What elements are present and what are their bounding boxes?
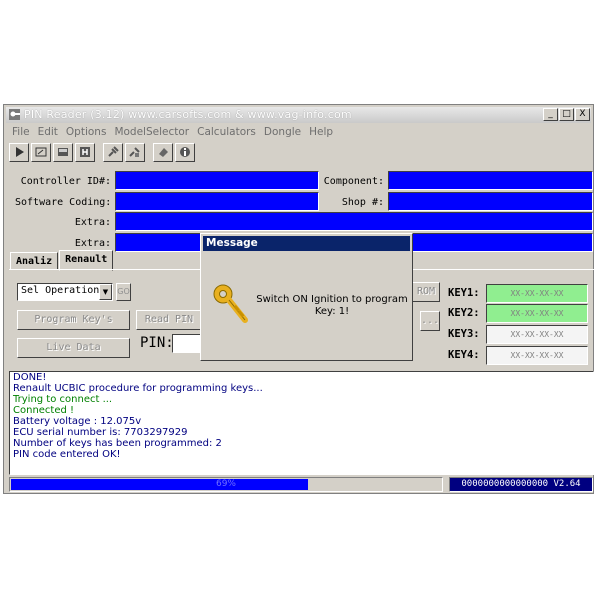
minimize-button[interactable]: _ xyxy=(543,108,558,121)
live-data-button[interactable]: Live Data xyxy=(17,338,130,358)
key2-value: XX-XX-XX-XX xyxy=(486,304,588,323)
shop-field[interactable] xyxy=(388,192,593,211)
close-button[interactable]: X xyxy=(575,108,590,121)
connect-button[interactable] xyxy=(103,142,123,162)
software-coding-label: Software Coding: xyxy=(15,197,112,208)
key1-label: KEY1: xyxy=(448,287,480,299)
extra-label-1: Extra: xyxy=(74,217,111,228)
key-icon xyxy=(213,284,248,323)
key4-value: XX-XX-XX-XX xyxy=(486,346,588,365)
log-line: Renault UCBIC procedure for programming … xyxy=(13,383,263,394)
key3-label: KEY3: xyxy=(448,328,480,340)
chevron-down-icon[interactable]: ▼ xyxy=(99,284,112,300)
message-dialog: Message Switch ON Ignition to program Ke… xyxy=(200,233,413,361)
tab-analiz[interactable]: Analiz xyxy=(10,252,59,270)
status-bar: 69% 0000000000000000 V2.64 xyxy=(9,477,594,492)
menu-file[interactable]: File xyxy=(8,124,34,140)
menu-dongle[interactable]: Dongle xyxy=(260,124,305,140)
log-line: DONE! xyxy=(13,372,47,383)
key3-value: XX-XX-XX-XX xyxy=(486,325,588,344)
pin-label: PIN: xyxy=(140,335,174,351)
window-button[interactable] xyxy=(31,142,51,162)
operation-select[interactable]: Sel Operation ▼ xyxy=(17,283,113,301)
operation-select-value: Sel Operation xyxy=(21,285,100,296)
play-icon xyxy=(16,147,24,157)
unplug-icon xyxy=(129,147,140,157)
progress-bar: 69% xyxy=(9,477,443,492)
maximize-button[interactable]: □ xyxy=(559,108,574,121)
window-icon xyxy=(35,147,47,157)
info-button[interactable] xyxy=(175,142,195,162)
menu-help[interactable]: Help xyxy=(305,124,337,140)
menu-edit[interactable]: Edit xyxy=(34,124,62,140)
rom-button[interactable]: ROM xyxy=(412,282,440,302)
menu-bar: File Edit Options ModelSelector Calculat… xyxy=(8,124,337,140)
menu-calculators[interactable]: Calculators xyxy=(193,124,260,140)
eraser-button[interactable] xyxy=(153,142,173,162)
log-output[interactable]: DONE! Renault UCBIC procedure for program… xyxy=(9,371,594,475)
h-icon xyxy=(80,147,90,157)
window-title: PIN Reader (3.12) www.carsofts.com & www… xyxy=(24,108,352,121)
browse-button[interactable]: ... xyxy=(420,311,440,331)
controller-id-field[interactable] xyxy=(115,171,319,190)
serial-version-display: 0000000000000000 V2.64 xyxy=(449,477,593,492)
key2-label: KEY2: xyxy=(448,307,480,319)
play-button[interactable] xyxy=(9,142,29,162)
progress-text: 69% xyxy=(215,479,236,489)
extra-field-1[interactable] xyxy=(115,212,593,231)
title-bar[interactable]: PIN Reader (3.12) www.carsofts.com & www… xyxy=(6,107,591,123)
tab-strip: Analiz Renault xyxy=(10,250,114,271)
plug-icon xyxy=(108,146,119,157)
log-line: Trying to connect ... xyxy=(13,394,113,405)
menu-options[interactable]: Options xyxy=(62,124,111,140)
component-field[interactable] xyxy=(388,171,593,190)
go-button[interactable]: GO xyxy=(116,283,131,301)
toolbar xyxy=(9,142,197,162)
software-coding-field[interactable] xyxy=(115,192,319,211)
log-line: PIN code entered OK! xyxy=(13,449,121,460)
hex-button[interactable] xyxy=(75,142,95,162)
log-line: ECU serial number is: 7703297929 xyxy=(13,427,188,438)
disconnect-button[interactable] xyxy=(125,142,145,162)
minimize-tool-button[interactable] xyxy=(53,142,73,162)
component-label: Component: xyxy=(323,176,384,187)
menu-modelselector[interactable]: ModelSelector xyxy=(110,124,193,140)
controller-id-label: Controller ID#: xyxy=(20,176,111,187)
log-line: Battery voltage : 12.075v xyxy=(13,416,142,427)
eraser-icon xyxy=(159,148,168,157)
info-icon xyxy=(180,147,190,157)
key1-value: XX-XX-XX-XX xyxy=(486,284,588,303)
dialog-title[interactable]: Message xyxy=(203,236,410,251)
tab-renault[interactable]: Renault xyxy=(59,250,114,271)
shop-label: Shop #: xyxy=(341,197,384,208)
read-pin-button[interactable]: Read PIN xyxy=(136,310,202,330)
dialog-message: Switch ON Ignition to program Key: 1! xyxy=(256,294,408,317)
panel-icon xyxy=(58,148,68,156)
log-line: Connected ! xyxy=(13,405,75,416)
app-icon xyxy=(9,109,20,120)
log-line: Number of keys has been programmed: 2 xyxy=(13,438,222,449)
program-keys-button[interactable]: Program Key's xyxy=(17,310,130,330)
key4-label: KEY4: xyxy=(448,349,480,361)
